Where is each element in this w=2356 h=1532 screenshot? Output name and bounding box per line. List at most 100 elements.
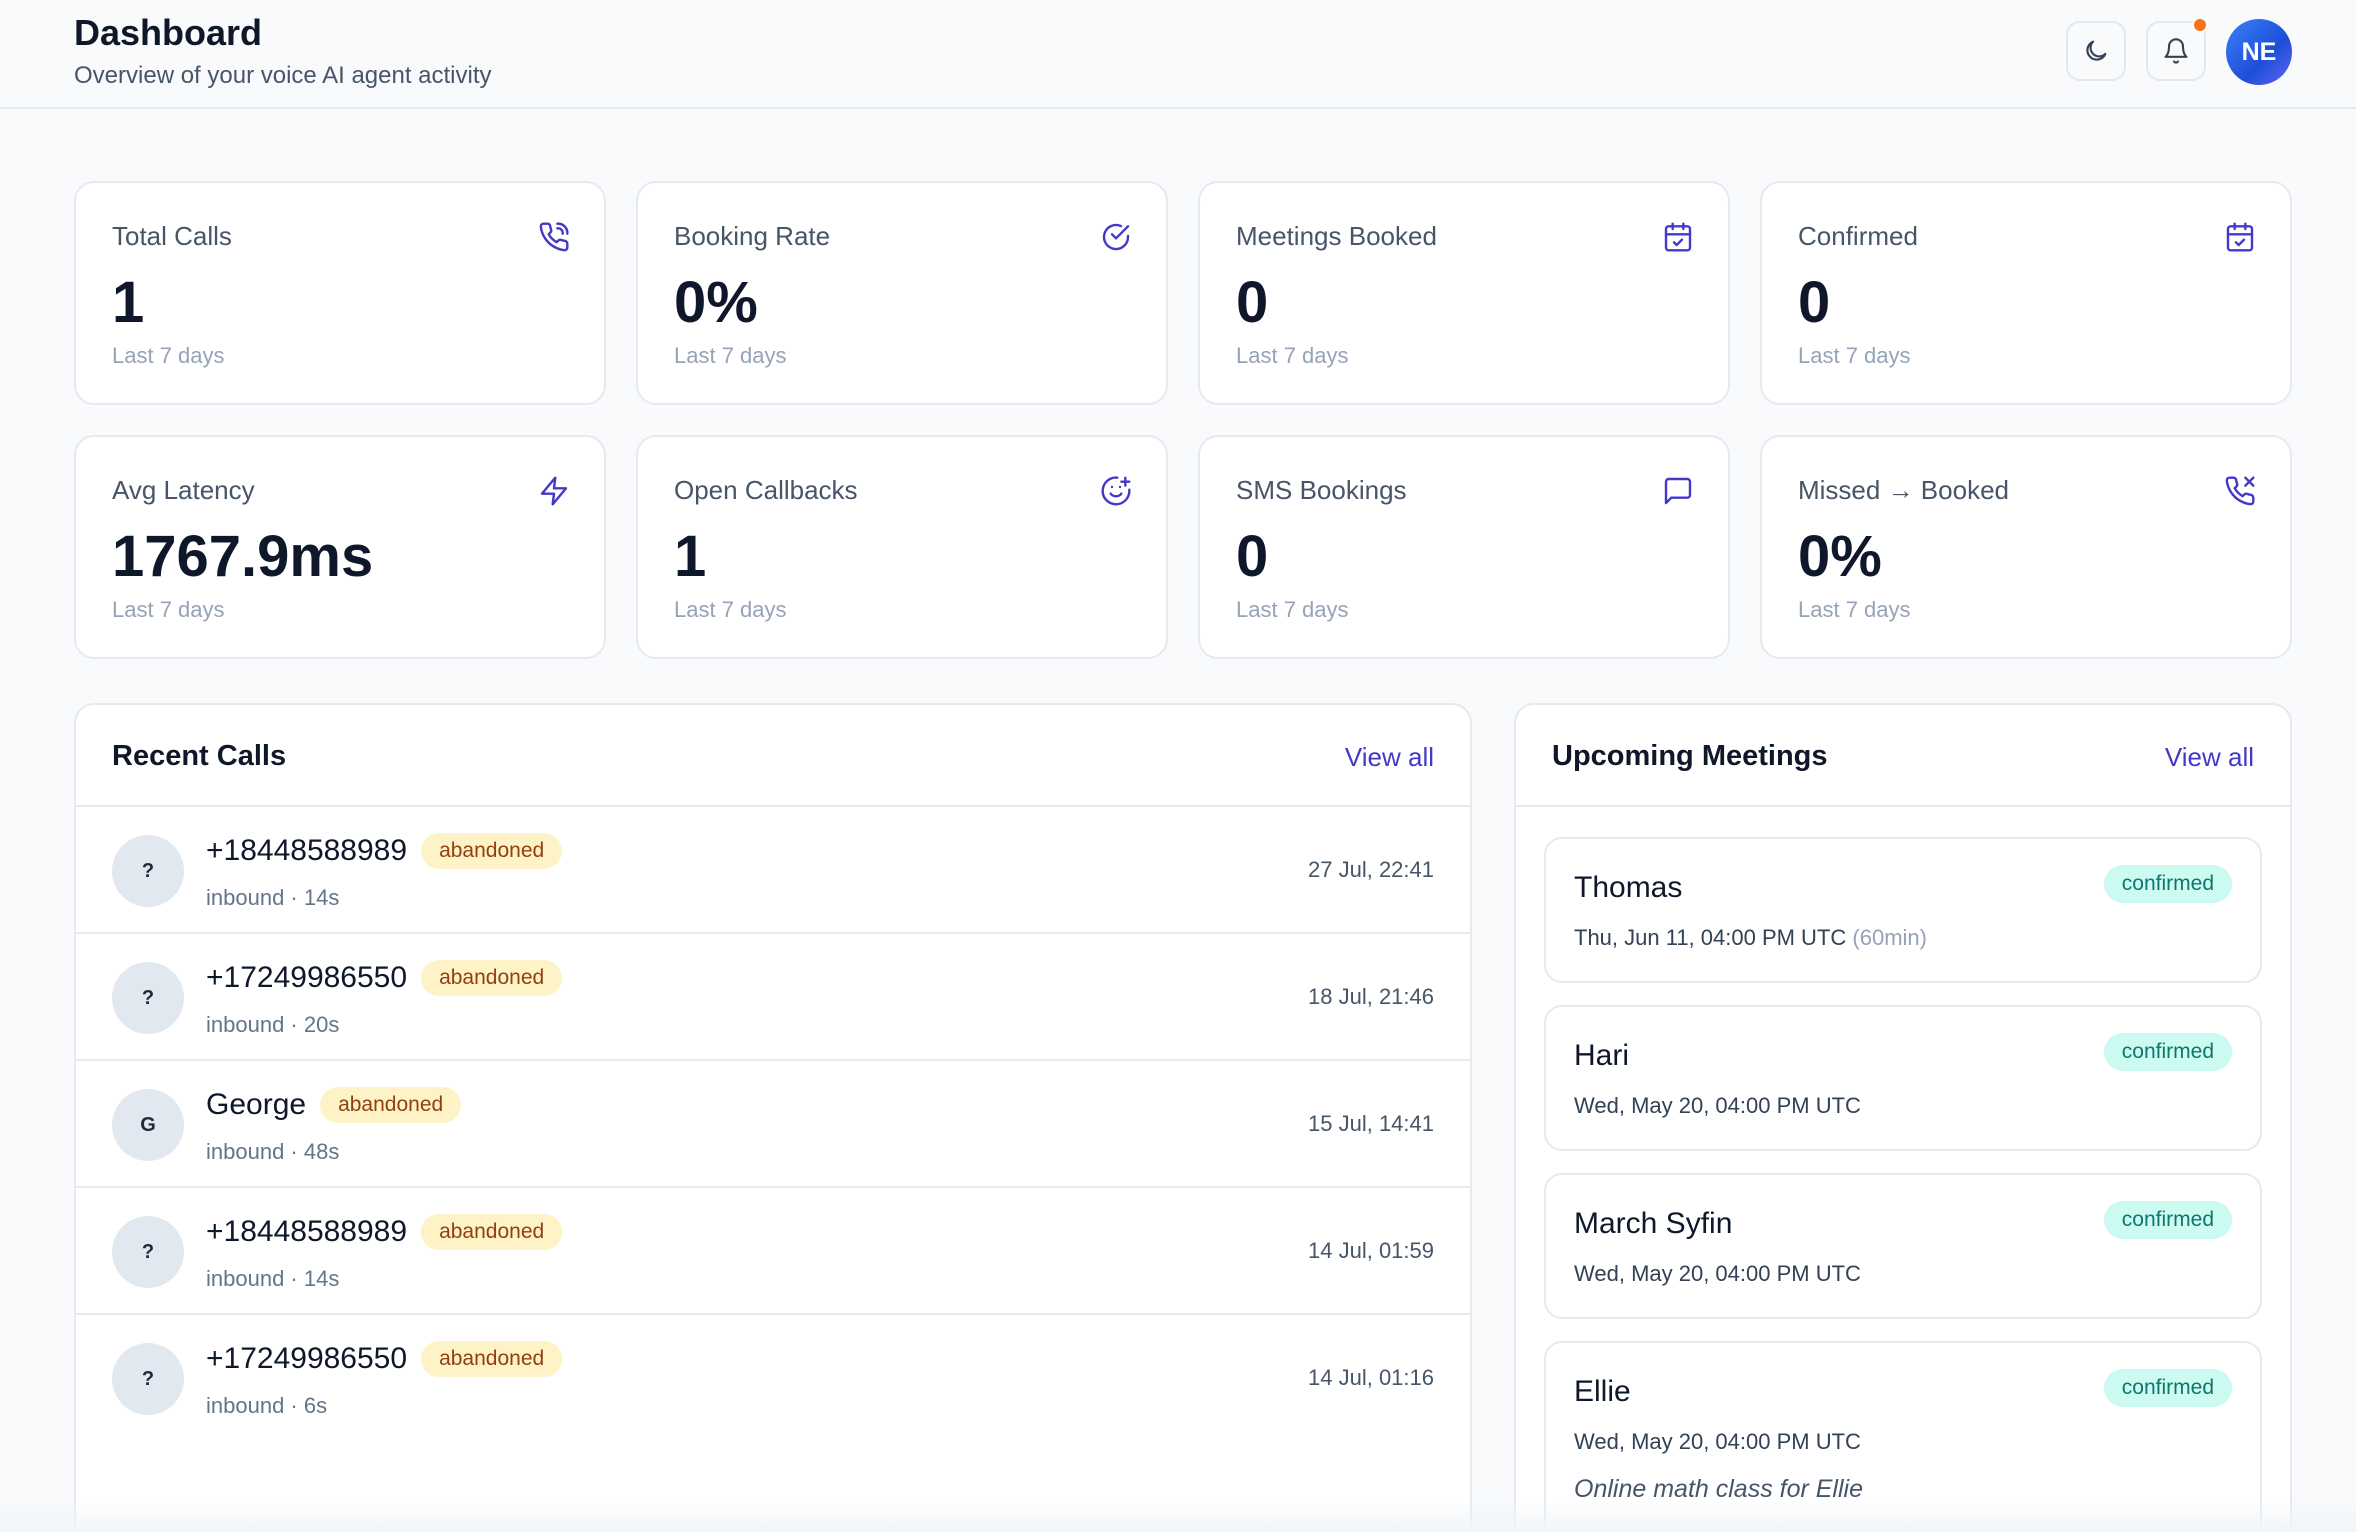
- stat-label: Open Callbacks: [674, 475, 858, 505]
- stat-label: SMS Bookings: [1236, 475, 1407, 505]
- bell-icon: [2164, 38, 2188, 64]
- stat-period: Last 7 days: [1798, 343, 1911, 368]
- moon-icon: [2086, 40, 2107, 61]
- stat-card-avg-latency: Avg Latency 1767.9ms Last 7 days: [74, 435, 606, 659]
- notification-dot: [2192, 17, 2208, 33]
- call-row[interactable]: ? +18448588989 abandoned inbound · 14s 2…: [76, 807, 1470, 934]
- message-square-icon: [1664, 477, 1692, 505]
- call-row[interactable]: ? +18448588989 abandoned inbound · 14s 1…: [76, 1188, 1470, 1315]
- calendar-check-icon: [2226, 222, 2254, 252]
- meeting-name: Thomas: [1574, 871, 1683, 904]
- user-avatar[interactable]: NE: [2226, 19, 2292, 85]
- stat-card-meetings-booked: Meetings Booked 0 Last 7 days: [1198, 181, 1730, 405]
- meeting-duration: (60min): [1852, 925, 1927, 950]
- calendar-check-icon: [1664, 222, 1692, 252]
- stat-value: 1: [112, 270, 145, 335]
- meeting-datetime: Thu, Jun 11, 04:00 PM UTC: [1574, 925, 1847, 950]
- stat-card-sms-bookings: SMS Bookings 0 Last 7 days: [1198, 435, 1730, 659]
- meeting-datetime: Wed, May 20, 04:00 PM UTC: [1574, 1093, 1861, 1118]
- page-subtitle: Overview of your voice AI agent activity: [74, 62, 492, 89]
- phone-incoming-icon: [539, 222, 569, 252]
- stat-period: Last 7 days: [1236, 343, 1349, 368]
- caller-avatar: ?: [112, 835, 184, 907]
- call-meta: inbound · 20s: [206, 1012, 340, 1037]
- call-time: 18 Jul, 21:46: [1308, 984, 1434, 1009]
- meeting-time: Wed, May 20, 04:00 PM UTC: [1574, 1261, 1861, 1287]
- stat-label: Meetings Booked: [1236, 221, 1437, 251]
- stat-value: 0: [1236, 524, 1269, 589]
- status-badge: abandoned: [421, 1214, 563, 1250]
- stat-label: Confirmed: [1798, 221, 1918, 251]
- status-badge: confirmed: [2103, 1369, 2232, 1407]
- stat-value: 0%: [1798, 524, 1882, 589]
- theme-toggle-button[interactable]: [2066, 21, 2126, 81]
- view-all-meetings-link[interactable]: View all: [2165, 742, 2254, 773]
- meeting-card[interactable]: Hari confirmed Wed, May 20, 04:00 PM UTC: [1544, 1005, 2262, 1151]
- phone-missed-icon: [2225, 476, 2255, 506]
- upcoming-meetings-panel: Upcoming Meetings View all Thomas confir…: [1514, 703, 2292, 1532]
- call-row[interactable]: ? +17249986550 abandoned inbound · 20s 1…: [76, 934, 1470, 1061]
- panel-header: Upcoming Meetings View all: [1516, 705, 2290, 807]
- stat-card-booking-rate: Booking Rate 0% Last 7 days: [636, 181, 1168, 405]
- stat-period: Last 7 days: [112, 343, 225, 368]
- meeting-name: Ellie: [1574, 1375, 1631, 1408]
- meeting-card[interactable]: Thomas confirmed Thu, Jun 11, 04:00 PM U…: [1544, 837, 2262, 983]
- meeting-name: March Syfin: [1574, 1207, 1733, 1240]
- stat-value: 0: [1798, 270, 1831, 335]
- caller-name: +17249986550: [206, 961, 408, 994]
- stat-label: Avg Latency: [112, 475, 255, 505]
- caller-avatar: ?: [112, 1343, 184, 1415]
- meeting-time: Wed, May 20, 04:00 PM UTC: [1574, 1093, 1861, 1119]
- meeting-time: Wed, May 20, 04:00 PM UTC: [1574, 1429, 1861, 1455]
- page-header: Dashboard Overview of your voice AI agen…: [0, 0, 2356, 109]
- meeting-datetime: Wed, May 20, 04:00 PM UTC: [1574, 1261, 1861, 1286]
- call-time: 27 Jul, 22:41: [1308, 857, 1434, 882]
- stat-card-open-callbacks: Open Callbacks 1 Last 7 days: [636, 435, 1168, 659]
- stat-value: 0%: [674, 270, 758, 335]
- stat-card-confirmed: Confirmed 0 Last 7 days: [1760, 181, 2292, 405]
- page-title: Dashboard: [74, 12, 263, 53]
- stat-label: Total Calls: [112, 221, 232, 251]
- notifications-button[interactable]: [2146, 17, 2208, 81]
- bottom-fade: [0, 1500, 2356, 1532]
- caller-name: George: [206, 1088, 307, 1121]
- call-time: 14 Jul, 01:59: [1308, 1238, 1434, 1263]
- caller-avatar: ?: [112, 1216, 184, 1288]
- call-row[interactable]: G George abandoned inbound · 48s 15 Jul,…: [76, 1061, 1470, 1188]
- stat-period: Last 7 days: [112, 597, 225, 622]
- caller-name: +17249986550: [206, 1342, 408, 1375]
- call-meta: inbound · 6s: [206, 1393, 328, 1418]
- view-all-calls-link[interactable]: View all: [1345, 742, 1434, 773]
- stat-value: 0: [1236, 270, 1269, 335]
- caller-avatar: ?: [112, 962, 184, 1034]
- panel-title: Upcoming Meetings: [1552, 740, 1828, 772]
- status-badge: abandoned: [421, 1341, 563, 1377]
- lightning-icon: [540, 476, 568, 506]
- panel-header: Recent Calls View all: [76, 705, 1470, 807]
- stat-period: Last 7 days: [674, 597, 787, 622]
- meeting-name: Hari: [1574, 1039, 1630, 1072]
- stat-label: Missed → Booked: [1798, 475, 2009, 505]
- status-badge: confirmed: [2103, 1033, 2232, 1071]
- call-meta: inbound · 48s: [206, 1139, 340, 1164]
- stat-period: Last 7 days: [1236, 597, 1349, 622]
- stat-period: Last 7 days: [674, 343, 787, 368]
- meeting-card[interactable]: March Syfin confirmed Wed, May 20, 04:00…: [1544, 1173, 2262, 1319]
- check-circle-icon: [1102, 223, 1130, 251]
- stat-value: 1767.9ms: [112, 524, 374, 589]
- call-time: 15 Jul, 14:41: [1308, 1111, 1434, 1136]
- status-badge: confirmed: [2103, 865, 2232, 903]
- call-meta: inbound · 14s: [206, 885, 340, 910]
- caller-name: +18448588989: [206, 1215, 408, 1248]
- caller-name: +18448588989: [206, 834, 408, 867]
- recent-calls-panel: Recent Calls View all ? +18448588989 aba…: [74, 703, 1472, 1532]
- meeting-time: Thu, Jun 11, 04:00 PM UTC (60min): [1574, 925, 1927, 951]
- stat-label: Booking Rate: [674, 221, 831, 251]
- status-badge: abandoned: [421, 960, 563, 996]
- stat-period: Last 7 days: [1798, 597, 1911, 622]
- status-badge: abandoned: [320, 1087, 462, 1123]
- call-meta: inbound · 14s: [206, 1266, 340, 1291]
- panel-title: Recent Calls: [112, 740, 287, 772]
- meeting-datetime: Wed, May 20, 04:00 PM UTC: [1574, 1429, 1861, 1454]
- call-row[interactable]: ? +17249986550 abandoned inbound · 6s 14…: [76, 1315, 1470, 1442]
